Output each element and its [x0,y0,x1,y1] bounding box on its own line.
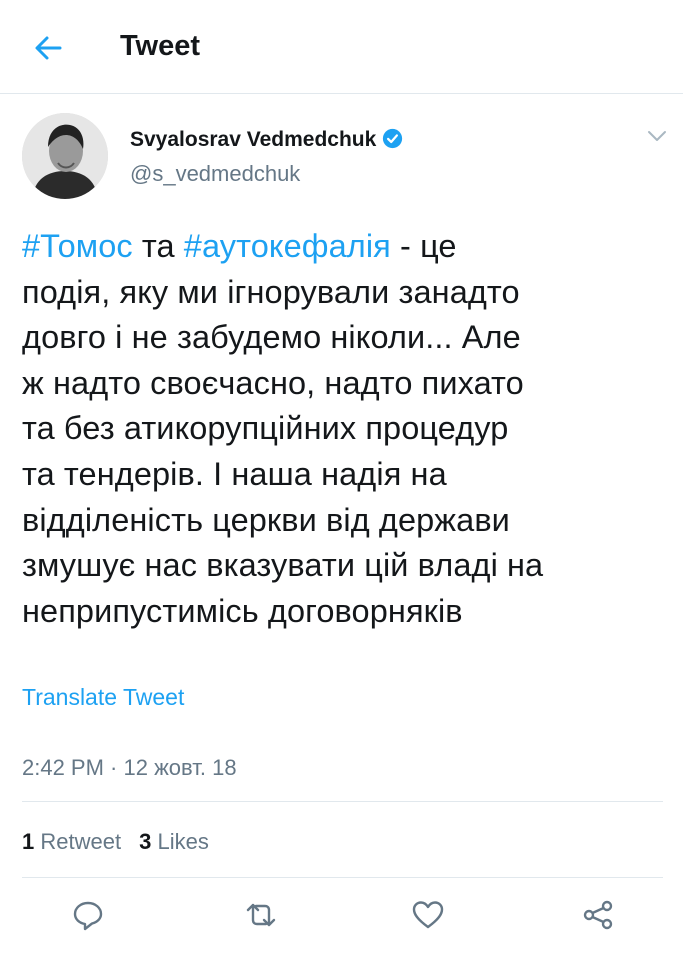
verified-badge-icon [383,128,403,149]
hashtag-autocephaly[interactable]: #аутокефалія [184,228,391,264]
likes-label: Likes [157,829,209,854]
tweet-text-segment: та [132,228,184,264]
tweet-stats: 1 Retweet 3 Likes [22,829,209,855]
tweet-line: неприпустимісь договорняків [22,592,463,629]
divider [22,801,663,802]
top-bar: Tweet [0,0,683,94]
share-icon[interactable] [581,898,615,932]
translate-tweet-link[interactable]: Translate Tweet [22,684,184,711]
tweet-line: ж надто своєчасно, надто пихато [22,364,524,401]
reply-icon[interactable] [71,898,105,932]
tweet-line: довго і не забудемо ніколи... Але [22,319,521,356]
tweet-timestamp: 2:42 PM · 12 жовт. 18 [22,755,237,780]
tweet-line: та без атикорупційних процедур [22,410,509,447]
back-arrow-icon[interactable] [30,30,66,66]
retweets-stat[interactable]: 1 Retweet [22,829,121,854]
avatar-photo [22,113,108,199]
hashtag-tomos[interactable]: #Томос [22,228,133,264]
tweet-line: та тендерів. І наша надія на [22,455,447,492]
tweet-text: #Томос та #аутокефалія - це подія, яку м… [22,224,662,634]
likes-stat[interactable]: 3 Likes [139,829,209,854]
retweets-count: 1 [22,829,35,854]
author-name-text: Svyalosrav Vedmedchuk [130,128,377,151]
chevron-down-icon[interactable] [646,128,668,144]
retweet-icon[interactable] [244,898,278,932]
tweet-text-segment: - це [390,228,457,264]
author-handle[interactable]: @s_vedmedchuk [130,161,300,187]
divider [22,877,663,878]
retweets-label: Retweet [40,829,122,854]
tweet-line: подія, яку ми ігнорували занадто [22,273,520,310]
page-title: Tweet [120,30,201,62]
like-icon[interactable] [411,898,445,932]
avatar[interactable] [22,113,108,199]
tweet-line: #Томос та #аутокефалія - це [22,224,662,270]
author-name[interactable]: Svyalosrav Vedmedchuk [130,128,403,152]
tweet-line: відділеність церкви від держави [22,501,510,538]
tweet-line: змушує нас вказувати цій владі на [22,547,544,584]
likes-count: 3 [139,829,152,854]
